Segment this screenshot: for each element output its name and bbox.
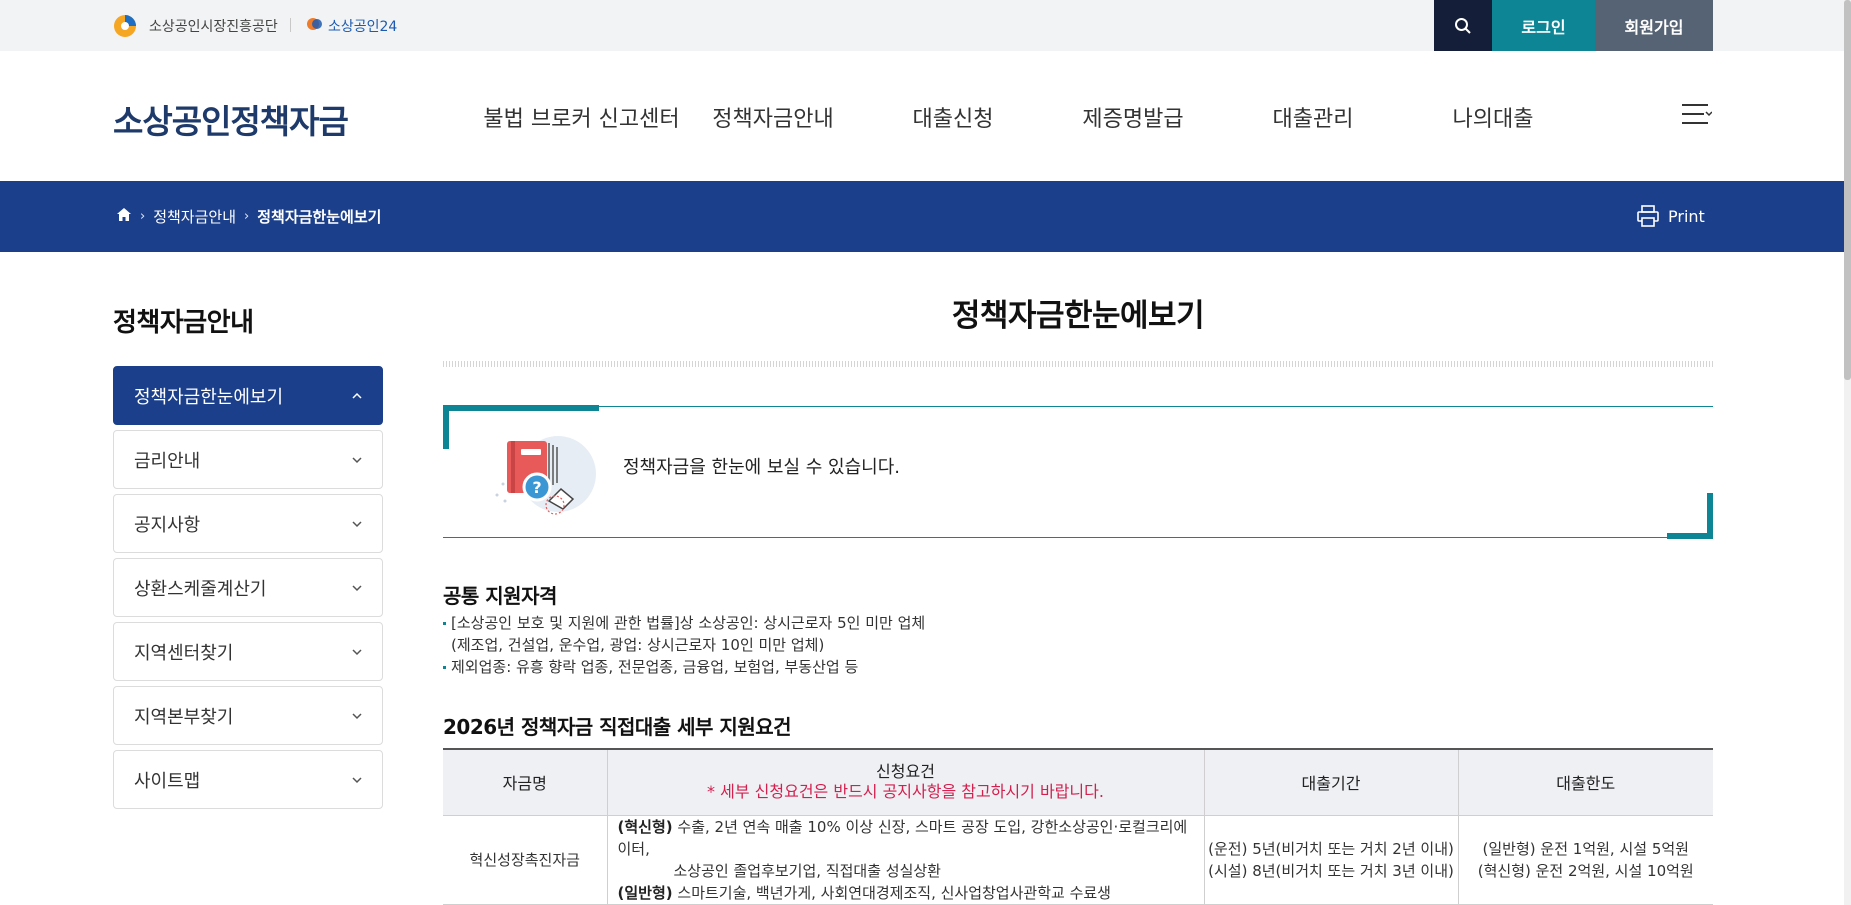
sidebar-item-label: 지역본부찾기 [134, 706, 234, 728]
site-header: 소상공인정책자금 불법 브로커 신고센터 정책자금안내 대출신청 제증명발급 대… [0, 51, 1844, 181]
breadcrumb: › 정책자금안내 › 정책자금한눈에보기 [116, 206, 381, 227]
column-header-limit: 대출한도 [1458, 748, 1713, 816]
list-item: [소상공인 보호 및 지원에 관한 법률]상 소상공인: 상시근로자 5인 미만… [443, 612, 925, 656]
period-text: (시설) 8년(비거치 또는 거치 3년 이내) [1208, 861, 1454, 880]
svg-text:?: ? [532, 478, 541, 497]
join-button[interactable]: 회원가입 [1595, 0, 1713, 51]
eligibility-list: [소상공인 보호 및 지원에 관한 법률]상 소상공인: 상시근로자 5인 미만… [443, 612, 925, 678]
hamburger-menu-icon [1682, 104, 1713, 124]
list-item: 제외업종: 유흥 향락 업종, 전문업종, 금융업, 보험업, 부동산업 등 [443, 656, 925, 678]
req-text: 소상공인 졸업후보기업, 직접대출 성실상환 [673, 861, 941, 880]
sidebar-title: 정책자금안내 [113, 308, 254, 338]
cell-limit: (일반형) 운전 1억원, 시설 5억원 (혁신형) 운전 2억원, 시설 10… [1458, 815, 1713, 905]
login-button[interactable]: 로그인 [1492, 0, 1595, 51]
column-header-period: 대출기간 [1204, 748, 1459, 816]
search-button[interactable] [1434, 0, 1492, 51]
period-text: (운전) 5년(비거치 또는 거치 2년 이내) [1208, 839, 1454, 858]
limit-text: (혁신형) 운전 2억원, 시설 10억원 [1477, 861, 1694, 880]
section-title-common-eligibility: 공통 지원자격 [443, 584, 557, 608]
sidebar-item-overview[interactable]: 정책자금한눈에보기 [113, 366, 383, 425]
bullet-text: (제조업, 건설업, 운수업, 광업: 상시근로자 10인 미만 업체) [451, 636, 825, 654]
req-text: 스마트기술, 백년가게, 사회연대경제조직, 신사업창업사관학교 수료생 [672, 883, 1111, 902]
nav-my-loan[interactable]: 나의대출 [1403, 101, 1583, 133]
sidebar-item-regional-center[interactable]: 지역센터찾기 [113, 622, 383, 681]
cell-requirement: (혁신형) 수출, 2년 연속 매출 10% 이상 신장, 스마트 공장 도입,… [607, 815, 1205, 905]
sidebar-item-interest-rate[interactable]: 금리안내 [113, 430, 383, 489]
page-title: 정책자금한눈에보기 [951, 298, 1205, 334]
loan-requirements-table: 자금명 신청요건 * 세부 신청요건은 반드시 공지사항을 참고하시기 바랍니다… [443, 748, 1713, 905]
table-row: 혁신성장촉진자금 (혁신형) 수출, 2년 연속 매출 10% 이상 신장, 스… [443, 815, 1713, 905]
printer-icon [1637, 205, 1659, 227]
sidebar-menu: 정책자금한눈에보기 금리안내 공지사항 상환스케줄계산기 지역센터찾기 지역본부… [113, 366, 383, 814]
limit-text: (일반형) 운전 1억원, 시설 5억원 [1482, 839, 1689, 858]
intro-text: 정책자금을 한눈에 보실 수 있습니다. [623, 457, 901, 478]
intro-box: ? 정책자금을 한눈에 보실 수 있습니다. [443, 405, 1713, 539]
cell-period: (운전) 5년(비거치 또는 거치 2년 이내) (시설) 8년(비거치 또는 … [1204, 815, 1459, 905]
sidebar-item-sitemap[interactable]: 사이트맵 [113, 750, 383, 809]
print-button[interactable]: Print [1636, 205, 1705, 227]
portal-logo-icon [305, 15, 325, 37]
cell-fund-name: 혁신성장촉진자금 [443, 815, 608, 905]
home-icon[interactable] [116, 207, 132, 226]
column-header-requirement: 신청요건 * 세부 신청요건은 반드시 공지사항을 참고하시기 바랍니다. [607, 748, 1205, 816]
requirement-header-label: 신청요건 [876, 762, 935, 782]
chevron-down-icon [352, 520, 362, 527]
sidebar-item-label: 공지사항 [134, 514, 201, 536]
search-icon [1455, 17, 1471, 34]
portal-logo-link[interactable]: 소상공인24 [305, 15, 397, 37]
req-type-innovative: (혁신형) [617, 817, 673, 836]
scrollbar-thumb[interactable] [1844, 0, 1851, 380]
nav-fund-guide[interactable]: 정책자금안내 [683, 101, 863, 133]
print-label: Print [1668, 206, 1705, 226]
bullet-text: 제외업종: 유흥 향락 업종, 전문업종, 금융업, 보험업, 부동산업 등 [451, 658, 859, 676]
chevron-right-icon: › [244, 209, 250, 224]
sidebar-item-repayment-calc[interactable]: 상환스케줄계산기 [113, 558, 383, 617]
page-scrollbar[interactable] [1844, 0, 1851, 905]
sidebar-item-regional-hq[interactable]: 지역본부찾기 [113, 686, 383, 745]
chevron-down-icon [352, 456, 362, 463]
sidebar-item-notice[interactable]: 공지사항 [113, 494, 383, 553]
req-text: 수출, 2년 연속 매출 10% 이상 신장, 스마트 공장 도입, 강한소상공… [617, 817, 1188, 858]
column-header-name: 자금명 [443, 748, 608, 816]
book-search-illustration: ? [483, 429, 603, 519]
chevron-down-icon [352, 584, 362, 591]
breadcrumb-band: › 정책자금안내 › 정책자금한눈에보기 Print [0, 181, 1844, 252]
intro-corner-accent [1707, 493, 1713, 539]
chevron-up-icon [352, 392, 362, 399]
nav-certificate[interactable]: 제증명발급 [1043, 101, 1223, 133]
all-menu-button[interactable] [1682, 101, 1713, 127]
site-logo[interactable]: 소상공인정책자금 [113, 95, 349, 143]
sidebar-item-label: 지역센터찾기 [134, 642, 234, 664]
breadcrumb-level1[interactable]: 정책자금안내 [153, 206, 236, 227]
sidebar-item-label: 정책자금한눈에보기 [134, 386, 284, 408]
sidebar-item-label: 상환스케줄계산기 [134, 578, 267, 600]
req-type-general: (일반형) [617, 883, 673, 902]
org-name: 소상공인시장진흥공단 [149, 19, 278, 35]
org-logo-link[interactable]: 소상공인시장진흥공단 [113, 14, 278, 38]
intro-corner-accent [443, 405, 449, 449]
title-divider [443, 361, 1713, 367]
chevron-down-icon [352, 648, 362, 655]
org-logo-icon [113, 14, 141, 38]
sidebar-item-label: 금리안내 [134, 450, 201, 472]
intro-corner-accent [443, 405, 599, 411]
brand-divider [290, 18, 291, 32]
nav-loan-manage[interactable]: 대출관리 [1223, 101, 1403, 133]
nav-loan-apply[interactable]: 대출신청 [863, 101, 1043, 133]
sidebar-item-label: 사이트맵 [134, 770, 201, 792]
main-navigation: 불법 브로커 신고센터 정책자금안내 대출신청 제증명발급 대출관리 나의대출 [480, 101, 1583, 133]
utility-bar: 소상공인시장진흥공단 소상공인24 로그인 회원가입 [0, 0, 1844, 51]
requirement-note: * 세부 신청요건은 반드시 공지사항을 참고하시기 바랍니다. [707, 782, 1104, 802]
bullet-text: [소상공인 보호 및 지원에 관한 법률]상 소상공인: 상시근로자 5인 미만… [451, 614, 926, 632]
chevron-down-icon [352, 776, 362, 783]
chevron-right-icon: › [140, 209, 146, 224]
breadcrumb-current: 정책자금한눈에보기 [257, 208, 382, 226]
chevron-down-icon [352, 712, 362, 719]
section-title-loan-requirements: 2026년 정책자금 직접대출 세부 지원요건 [443, 715, 792, 739]
table-header-row: 자금명 신청요건 * 세부 신청요건은 반드시 공지사항을 참고하시기 바랍니다… [443, 748, 1713, 816]
nav-broker-report[interactable]: 불법 브로커 신고센터 [480, 101, 683, 133]
portal-name: 소상공인24 [328, 19, 398, 35]
